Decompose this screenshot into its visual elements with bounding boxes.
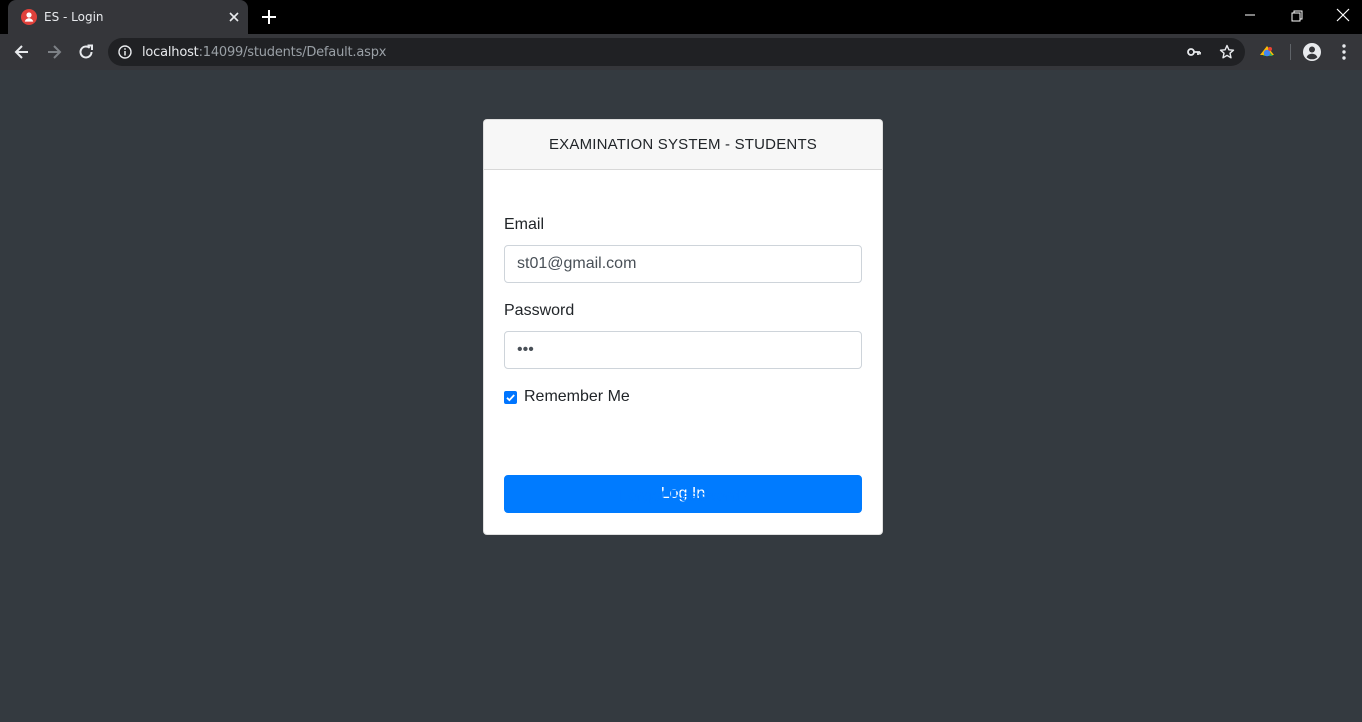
browser-tabstrip: ES - Login bbox=[0, 0, 1362, 34]
star-icon[interactable] bbox=[1219, 44, 1235, 60]
restore-icon[interactable] bbox=[1287, 6, 1307, 26]
forgot-password-link[interactable]: Forgot Password? bbox=[484, 488, 882, 506]
checkmark-icon bbox=[506, 394, 515, 402]
profile-favicon-icon bbox=[21, 9, 37, 25]
minimize-icon[interactable] bbox=[1240, 6, 1260, 26]
more-vert-icon[interactable] bbox=[1334, 42, 1354, 62]
email-label: Email bbox=[504, 216, 545, 233]
key-icon[interactable] bbox=[1186, 44, 1202, 60]
email-field[interactable] bbox=[504, 245, 862, 283]
plus-icon[interactable] bbox=[260, 8, 278, 26]
url-path: :14099/students/Default.aspx bbox=[198, 45, 387, 60]
password-field[interactable] bbox=[504, 331, 862, 369]
card-title: EXAMINATION SYSTEM - STUDENTS bbox=[484, 120, 882, 170]
password-label: Password bbox=[504, 302, 575, 319]
login-card: EXAMINATION SYSTEM - STUDENTS Email Pass… bbox=[483, 119, 883, 535]
toolbar-divider bbox=[1290, 44, 1291, 60]
tab-title: ES - Login bbox=[44, 10, 104, 24]
remember-me-label[interactable]: Remember Me bbox=[524, 388, 630, 406]
remember-me-checkbox[interactable] bbox=[504, 391, 517, 404]
browser-tab[interactable]: ES - Login bbox=[8, 0, 248, 34]
reload-icon[interactable] bbox=[76, 42, 96, 62]
close-icon[interactable] bbox=[226, 9, 242, 25]
info-icon[interactable] bbox=[118, 45, 132, 59]
url-host: localhost bbox=[142, 45, 199, 60]
url-text[interactable]: localhost:14099/students/Default.aspx bbox=[142, 45, 386, 60]
extension-icon[interactable] bbox=[1257, 42, 1277, 62]
window-close-icon[interactable] bbox=[1333, 6, 1353, 26]
address-bar[interactable]: localhost:14099/students/Default.aspx bbox=[108, 38, 1245, 66]
back-arrow-icon[interactable] bbox=[12, 42, 32, 62]
account-icon[interactable] bbox=[1302, 42, 1322, 62]
browser-toolbar: localhost:14099/students/Default.aspx bbox=[0, 34, 1362, 70]
forward-arrow-icon[interactable] bbox=[44, 42, 64, 62]
